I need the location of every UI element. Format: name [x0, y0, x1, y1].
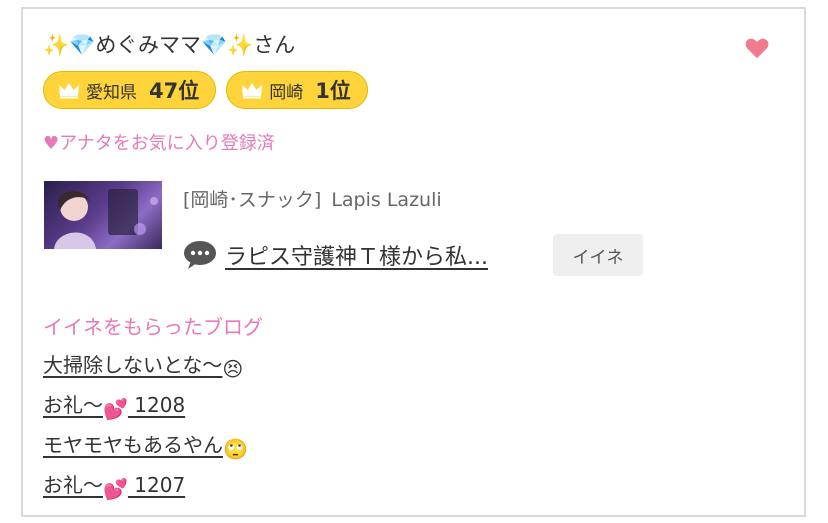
shop-category: [岡崎･スナック] — [183, 189, 322, 211]
thumbnail-photo — [54, 189, 158, 249]
sparkle-icon: ✨ — [43, 33, 70, 57]
shop-info: [岡崎･スナック] Lapis Lazuli — [183, 185, 442, 212]
blog-title-suffix: 1207 — [127, 473, 186, 497]
ranking-position: 1位 — [315, 79, 351, 103]
ranking-badge-prefecture[interactable]: 愛知県 47位 — [43, 71, 217, 109]
ranking-badges: 愛知県 47位 岡崎 1位 — [43, 71, 368, 109]
crown-icon — [242, 83, 263, 99]
two-hearts-icon: 💕 — [103, 397, 128, 421]
ranking-area: 愛知県 — [86, 82, 137, 103]
gem-icon: 💎 — [69, 33, 96, 57]
shop-name[interactable]: Lapis Lazuli — [331, 189, 441, 211]
post-title-link[interactable]: ラピス守護神Ｔ様から私... — [225, 239, 488, 271]
blog-title-suffix: 1208 — [127, 393, 186, 417]
list-item: 大掃除しないとな〜😣 — [43, 349, 248, 389]
liked-blogs-heading: イイネをもらったブログ — [43, 315, 263, 339]
two-hearts-icon: 💕 — [103, 477, 128, 501]
user-name-row: ✨💎めぐみママ💎✨さん — [43, 31, 295, 59]
blog-title: お礼〜 — [43, 473, 103, 497]
ranking-area: 岡崎 — [269, 82, 304, 103]
blog-title: お礼〜 — [43, 393, 103, 417]
blog-link[interactable]: お礼〜💕 1207 — [43, 473, 186, 501]
blog-link[interactable]: 大掃除しないとな〜😣 — [43, 353, 243, 381]
list-item: お礼〜💕 1207 — [43, 469, 248, 509]
user-honorific: さん — [253, 33, 296, 57]
profile-card: ✨💎めぐみママ💎✨さん 愛知県 47位 岡崎 1位 ♥アナタをお気に入り登録済 — [21, 7, 806, 517]
eye-roll-face-icon: 🙄 — [223, 437, 248, 461]
user-name: めぐみママ — [95, 33, 201, 57]
favorite-status-text: ♥アナタをお気に入り登録済 — [43, 133, 275, 154]
favorite-heart-icon[interactable] — [744, 35, 770, 61]
crown-icon — [59, 83, 79, 99]
blog-title: モヤモヤもあるやん — [43, 433, 223, 457]
speech-bubble-icon — [184, 241, 216, 269]
post-row: ラピス守護神Ｔ様から私... — [183, 239, 488, 271]
post-thumbnail[interactable] — [44, 181, 162, 249]
persevering-face-icon: 😣 — [222, 357, 244, 381]
like-button[interactable]: イイネ — [553, 234, 643, 276]
blog-title: 大掃除しないとな〜 — [43, 353, 223, 377]
liked-blogs-list: 大掃除しないとな〜😣 お礼〜💕 1208 モヤモヤもあるやん🙄 お礼〜💕 120… — [43, 349, 248, 509]
sparkle-icon: ✨ — [227, 33, 254, 57]
blog-link[interactable]: モヤモヤもあるやん🙄 — [43, 433, 248, 461]
blog-link[interactable]: お礼〜💕 1208 — [43, 393, 186, 421]
gem-icon: 💎 — [200, 33, 228, 57]
list-item: お礼〜💕 1208 — [43, 389, 248, 429]
list-item: モヤモヤもあるやん🙄 — [43, 429, 248, 469]
ranking-badge-city[interactable]: 岡崎 1位 — [226, 71, 368, 109]
ranking-position: 47位 — [149, 79, 200, 103]
